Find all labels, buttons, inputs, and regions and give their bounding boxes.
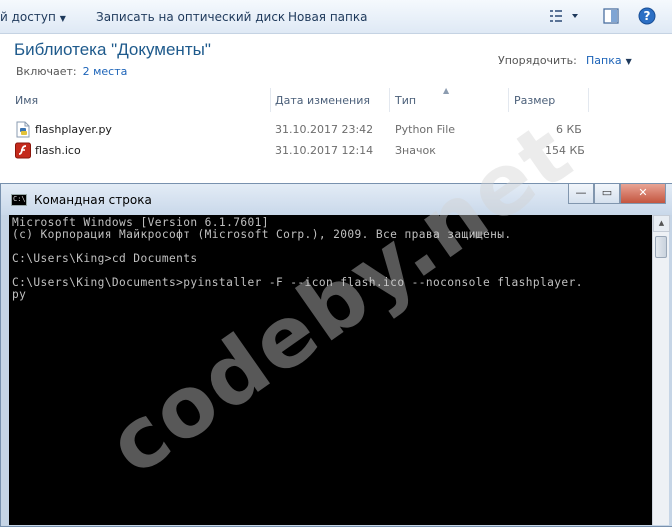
library-header: Библиотека "Документы" Включает: 2 места …: [0, 34, 672, 86]
svg-text:?: ?: [644, 9, 651, 23]
file-date: 31.10.2017 23:42: [275, 123, 374, 136]
file-row[interactable]: flashplayer.py 31.10.2017 23:42 Python F…: [0, 120, 672, 140]
file-name: flashplayer.py: [35, 123, 112, 136]
share-menu-label: й доступ: [0, 10, 56, 24]
column-separator[interactable]: [270, 88, 271, 112]
cmd-title: Командная строка: [34, 193, 152, 207]
scrollbar-thumb[interactable]: [655, 236, 667, 258]
chevron-down-icon: ▼: [625, 57, 632, 66]
column-date[interactable]: Дата изменения: [275, 94, 370, 107]
file-type: Python File: [395, 123, 456, 136]
explorer-toolbar: й доступ ▼ Записать на оптический диск Но…: [0, 0, 672, 34]
column-separator[interactable]: [389, 88, 390, 112]
console-line: py: [12, 288, 27, 301]
chevron-down-icon: ▼: [59, 14, 66, 23]
file-size: 154 КБ: [545, 144, 585, 157]
maximize-icon: ▭: [601, 186, 613, 199]
library-includes: Включает: 2 места: [16, 65, 127, 78]
minimize-icon: —: [575, 186, 587, 199]
console-line: C:\Users\King\Documents>pyinstaller -F -…: [12, 276, 583, 289]
file-size: 6 КБ: [556, 123, 582, 136]
cmd-titlebar[interactable]: C:\ Командная строка — ▭ ✕: [1, 184, 672, 215]
sort-ascending-icon: ▲: [443, 86, 450, 95]
command-prompt-window: C:\ Командная строка — ▭ ✕ Microsoft Win…: [0, 183, 672, 527]
console-output[interactable]: Microsoft Windows [Version 6.1.7601] (c)…: [9, 215, 652, 525]
console-icon-text: C:\: [13, 195, 26, 203]
console-icon: C:\: [11, 194, 27, 206]
arrow-up-icon: ▲: [658, 219, 665, 227]
column-name[interactable]: Имя: [15, 94, 38, 107]
view-options-icon[interactable]: [548, 7, 578, 25]
preview-pane-icon[interactable]: [602, 7, 622, 25]
file-type: Значок: [395, 144, 436, 157]
arrange-label: Упорядочить:: [498, 54, 577, 67]
new-folder-button[interactable]: Новая папка: [288, 10, 367, 24]
column-separator[interactable]: [508, 88, 509, 112]
column-separator[interactable]: [588, 88, 589, 112]
file-date: 31.10.2017 12:14: [275, 144, 374, 157]
close-button[interactable]: ✕: [620, 184, 666, 204]
file-name: flash.ico: [35, 144, 81, 157]
python-file-icon: [15, 121, 31, 138]
arrange-value: Папка: [586, 54, 622, 67]
share-menu[interactable]: й доступ ▼: [0, 10, 66, 24]
flash-icon: [15, 142, 31, 159]
scroll-up-button[interactable]: ▲: [653, 215, 670, 232]
column-type[interactable]: Тип: [395, 94, 416, 107]
maximize-button[interactable]: ▭: [594, 184, 620, 204]
file-list-header: Имя Дата изменения Тип ▲ Размер: [0, 86, 672, 112]
help-icon[interactable]: ?: [638, 7, 658, 25]
close-icon: ✕: [638, 186, 648, 199]
console-line: C:\Users\King>cd Documents: [12, 252, 198, 265]
library-title: Библиотека "Документы": [14, 40, 211, 59]
burn-button[interactable]: Записать на оптический диск: [96, 10, 285, 24]
console-scrollbar[interactable]: ▲: [652, 215, 670, 525]
file-row[interactable]: flash.ico 31.10.2017 12:14 Значок 154 КБ: [0, 141, 672, 161]
column-size[interactable]: Размер: [514, 94, 555, 107]
minimize-button[interactable]: —: [568, 184, 594, 204]
arrange-dropdown[interactable]: Папка ▼: [586, 54, 632, 67]
includes-label: Включает:: [16, 65, 77, 78]
console-line: (c) Корпорация Майкрософт (Microsoft Cor…: [12, 228, 512, 241]
includes-locations-link[interactable]: 2 места: [83, 65, 128, 78]
